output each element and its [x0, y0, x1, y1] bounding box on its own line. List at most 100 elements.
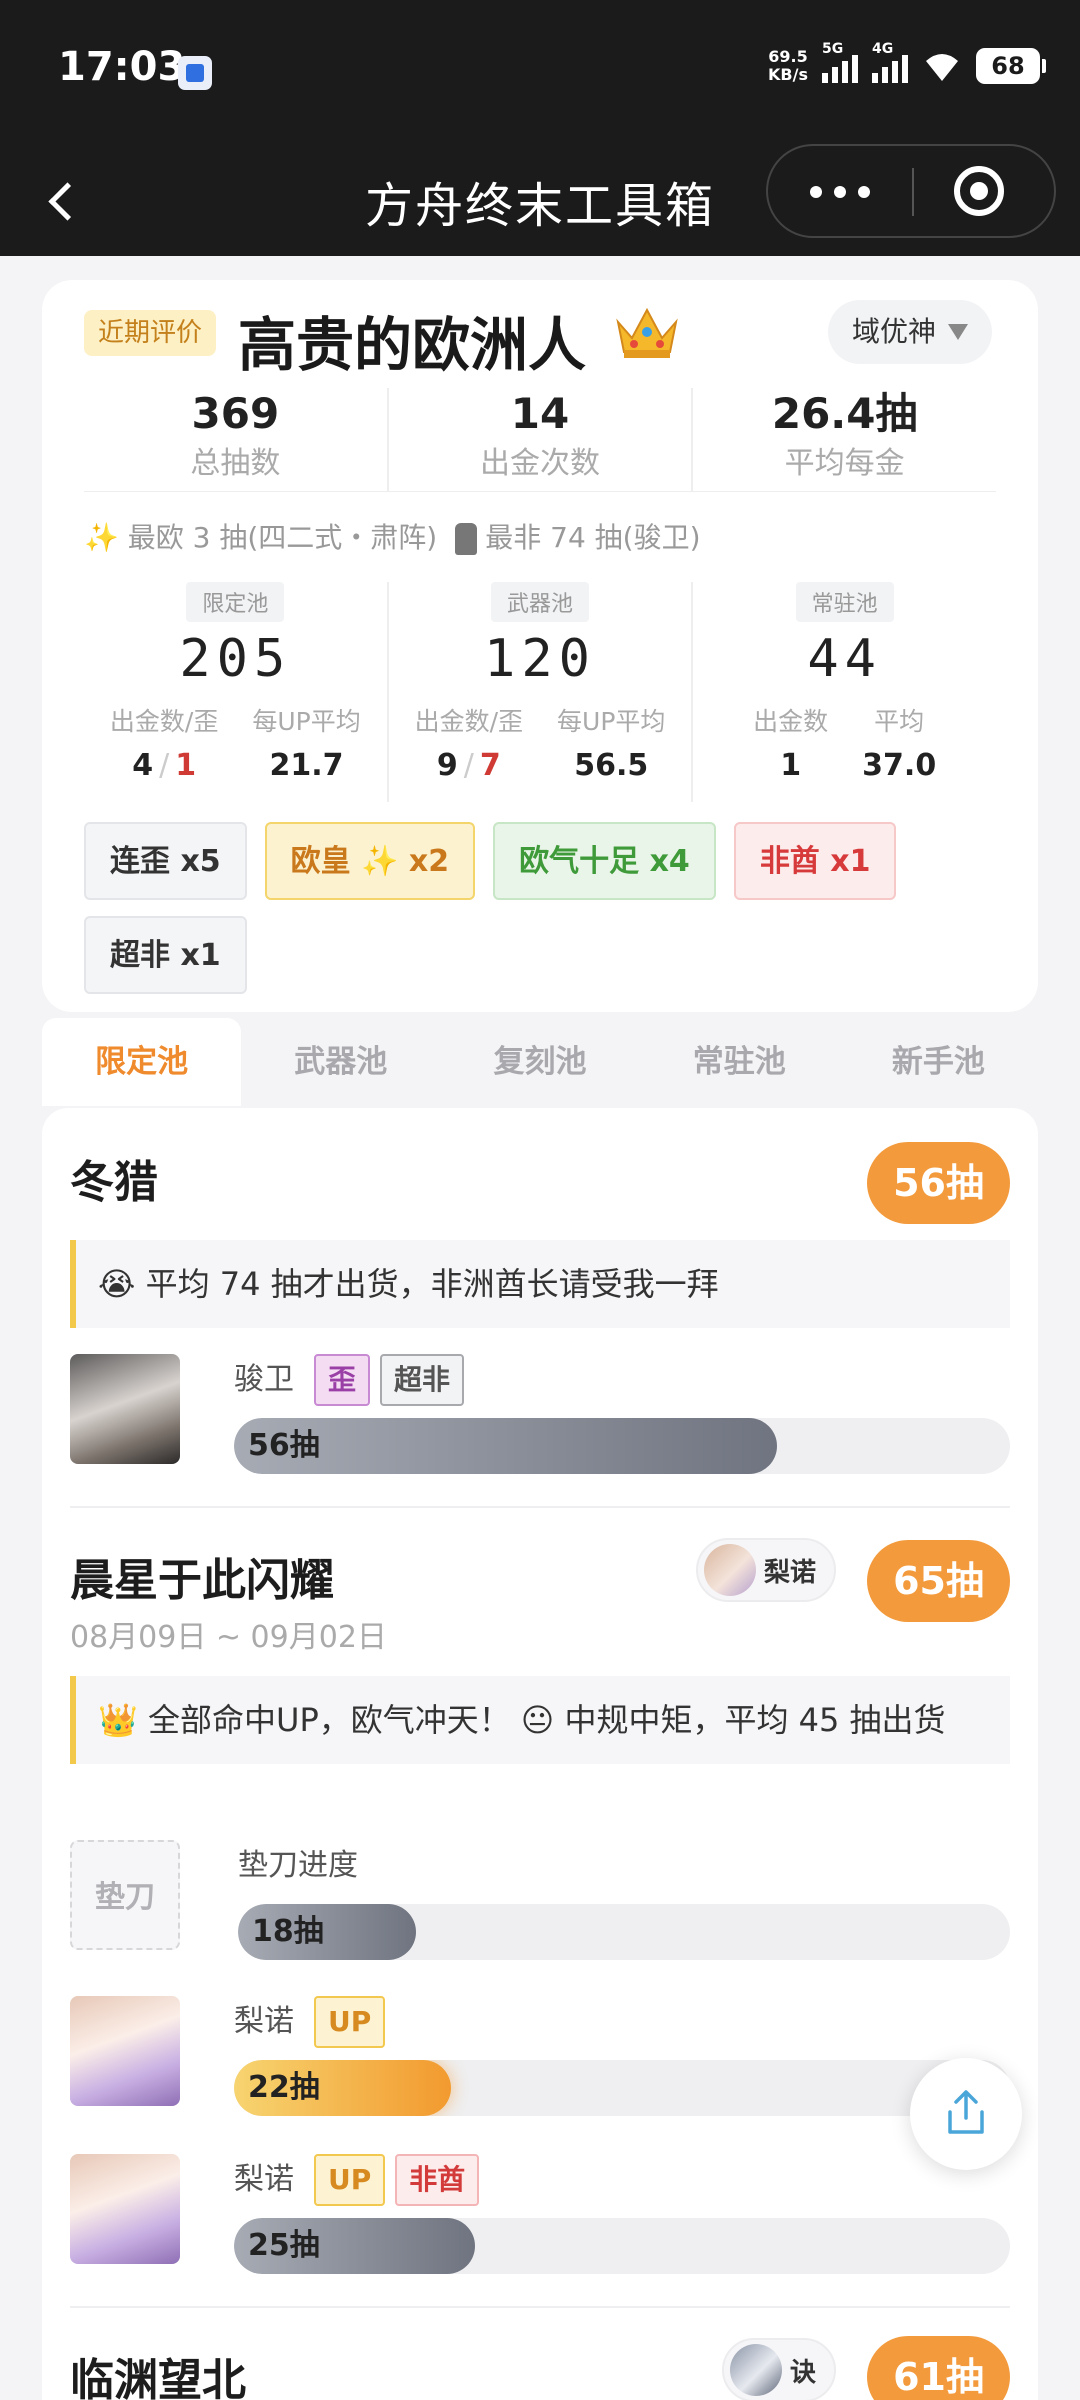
signal-4g-label: 4G — [872, 41, 894, 57]
status-bar: 17:03 69.5 KB/s 5G 4G 68 — [0, 0, 1080, 144]
chevron-down-icon — [948, 324, 969, 340]
banner-pull-count: 56抽 — [867, 1142, 1010, 1224]
pool-gold-count: 4 — [132, 748, 154, 783]
tab-beginner[interactable]: 新手池 — [839, 1018, 1038, 1106]
server-select-value: 域优神 — [852, 315, 937, 348]
moai-icon — [455, 523, 478, 555]
tag-up: UP — [314, 2154, 386, 2206]
status-icons: 69.5 KB/s 5G 4G 68 — [768, 41, 1046, 84]
pool-label: 限定池 — [186, 582, 285, 622]
pull-progress-fill: 25抽 — [234, 2218, 475, 2274]
stat-gold-label: 出金次数 — [480, 446, 600, 481]
stat-average-label: 平均每金 — [784, 446, 905, 481]
tag-up: UP — [314, 1996, 386, 2048]
close-mini-program-button[interactable] — [914, 146, 1054, 236]
tab-standard[interactable]: 常驻池 — [640, 1018, 839, 1106]
best-pull-text: ✨ 最欧 3 抽(四二式・肃阵) — [84, 521, 438, 554]
title-bar: 方舟终末工具箱 — [0, 144, 1080, 256]
operator-avatar — [70, 1996, 180, 2106]
featured-operator-name: 诀 — [790, 2357, 817, 2388]
crown-icon — [616, 307, 678, 358]
worst-pull: 最非 74 抽(骏卫) — [455, 516, 701, 556]
app-notification-icon — [178, 56, 212, 90]
signal-5g-label: 5G — [822, 41, 844, 57]
tag-lucky-emperor: 欧皇 ✨ x2 — [264, 822, 476, 900]
pool-metric-label: 出金数 — [753, 707, 829, 736]
pool-metric-label: 每UP平均 — [557, 707, 666, 736]
server-select[interactable]: 域优神 — [828, 300, 993, 364]
best-worst-line: ✨ 最欧 3 抽(四二式・肃阵) 最非 74 抽(骏卫) — [84, 516, 701, 556]
pool-gold-count: 1 — [780, 748, 802, 783]
banner-comment: 😭 平均 74 抽才出货，非洲酋长请受我一拜 — [70, 1240, 1010, 1328]
share-icon — [948, 2090, 984, 2134]
operator-name: 梨诺 — [234, 2004, 294, 2039]
pull-progress: 25抽 — [234, 2218, 1010, 2274]
pull-progress-fill: 56抽 — [234, 1418, 778, 1474]
pull-progress: 22抽 — [234, 2060, 1010, 2116]
tag-super-unlucky: 超非 — [380, 1354, 465, 1406]
stat-gold-count: 14 出金次数 — [389, 388, 694, 491]
pity-progress: 18抽 — [238, 1904, 1010, 1960]
pull-progress-fill: 22抽 — [234, 2060, 452, 2116]
pool-off-count: 1 — [175, 748, 197, 783]
stat-average-value: 26.4抽 — [771, 389, 918, 438]
summary-card: 近期评价 高贵的欧洲人 域优神 369 总抽数 14 出金次数 26.4抽 平均… — [42, 280, 1038, 1012]
tag-consecutive-off: 连歪 x5 — [84, 822, 247, 900]
battery-icon: 68 — [976, 48, 1046, 84]
net-speed-value: 69.5 — [768, 47, 808, 66]
verdict-title: 高贵的欧洲人 — [238, 311, 587, 379]
recent-rating-badge: 近期评价 — [84, 310, 217, 356]
pool-avg-value: 56.5 — [574, 748, 649, 783]
pool-avg-value: 37.0 — [862, 748, 937, 783]
pool-gold-count: 9 — [436, 748, 458, 783]
pity-title: 垫刀进度 — [238, 1848, 358, 1883]
divider — [70, 1506, 1010, 1508]
net-speed: 69.5 KB/s — [768, 48, 808, 84]
pool-count: 120 — [484, 629, 596, 689]
signal-5g-icon: 5G — [822, 41, 858, 83]
operator-mini-avatar — [730, 2344, 782, 2396]
operator-mini-avatar — [704, 1544, 756, 1596]
banner-comment: 👑 全部命中UP，欧气冲天！ 😐 中规中矩，平均 45 抽出货 — [70, 1676, 1010, 1764]
operator-name: 梨诺 — [234, 2162, 294, 2197]
banner-date-range: 08月09日 ~ 09月02日 — [70, 1620, 387, 1655]
tag-lucky: 欧气十足 x4 — [493, 822, 716, 900]
stat-average: 26.4抽 平均每金 — [693, 388, 996, 491]
more-options-button[interactable] — [768, 146, 912, 236]
operator-name: 骏卫 — [234, 1362, 294, 1397]
tag-off-banner: 歪 — [314, 1354, 371, 1406]
operator-avatar — [70, 1354, 180, 1464]
pool-off-count: 7 — [479, 748, 501, 783]
banner-name: 晨星于此闪耀 — [70, 1555, 334, 1606]
pity-progress-fill: 18抽 — [238, 1904, 416, 1960]
pool-metric-label: 每UP平均 — [252, 707, 361, 736]
stat-total-label: 总抽数 — [190, 446, 281, 481]
featured-operator-chip[interactable]: 诀 — [722, 2338, 837, 2400]
pool-tabs: 限定池 武器池 复刻池 常驻池 新手池 — [42, 1018, 1038, 1106]
mini-program-capsule — [766, 144, 1056, 238]
operator-avatar — [70, 2154, 180, 2264]
pity-placeholder: 垫刀 — [70, 1840, 180, 1950]
achievement-tags: 连歪 x5 欧皇 ✨ x2 欧气十足 x4 非酋 x1 超非 x1 — [84, 822, 996, 994]
banner-name: 冬猎 — [70, 1157, 158, 1208]
signal-4g-icon: 4G — [872, 41, 908, 83]
tag-unlucky: 非酋 x1 — [733, 822, 897, 900]
pool-metric-label: 出金数/歪 — [109, 707, 219, 736]
stat-gold-value: 14 — [510, 389, 570, 438]
pool-count: 44 — [807, 629, 882, 689]
tab-weapon[interactable]: 武器池 — [241, 1018, 440, 1106]
banner-pull-count: 61抽 — [867, 2336, 1010, 2400]
featured-operator-chip[interactable]: 梨诺 — [696, 1538, 837, 1602]
banner-pull-count: 65抽 — [867, 1540, 1010, 1622]
operator-tags: 歪 超非 — [314, 1354, 465, 1406]
share-button[interactable] — [910, 2058, 1022, 2170]
tab-rerun[interactable]: 复刻池 — [440, 1018, 639, 1106]
tab-limited[interactable]: 限定池 — [42, 1018, 242, 1106]
banner-list: 冬猎 56抽 😭 平均 74 抽才出货，非洲酋长请受我一拜 骏卫 歪 超非 56… — [42, 1108, 1038, 2400]
pool-label: 常驻池 — [795, 582, 894, 622]
pool-count: 205 — [179, 629, 292, 689]
pool-standard: 常驻池 44 出金数 1 平均 37.0 — [693, 582, 996, 802]
net-speed-unit: KB/s — [768, 65, 808, 84]
stat-total: 369 总抽数 — [84, 388, 389, 491]
featured-operator-name: 梨诺 — [764, 1557, 817, 1588]
